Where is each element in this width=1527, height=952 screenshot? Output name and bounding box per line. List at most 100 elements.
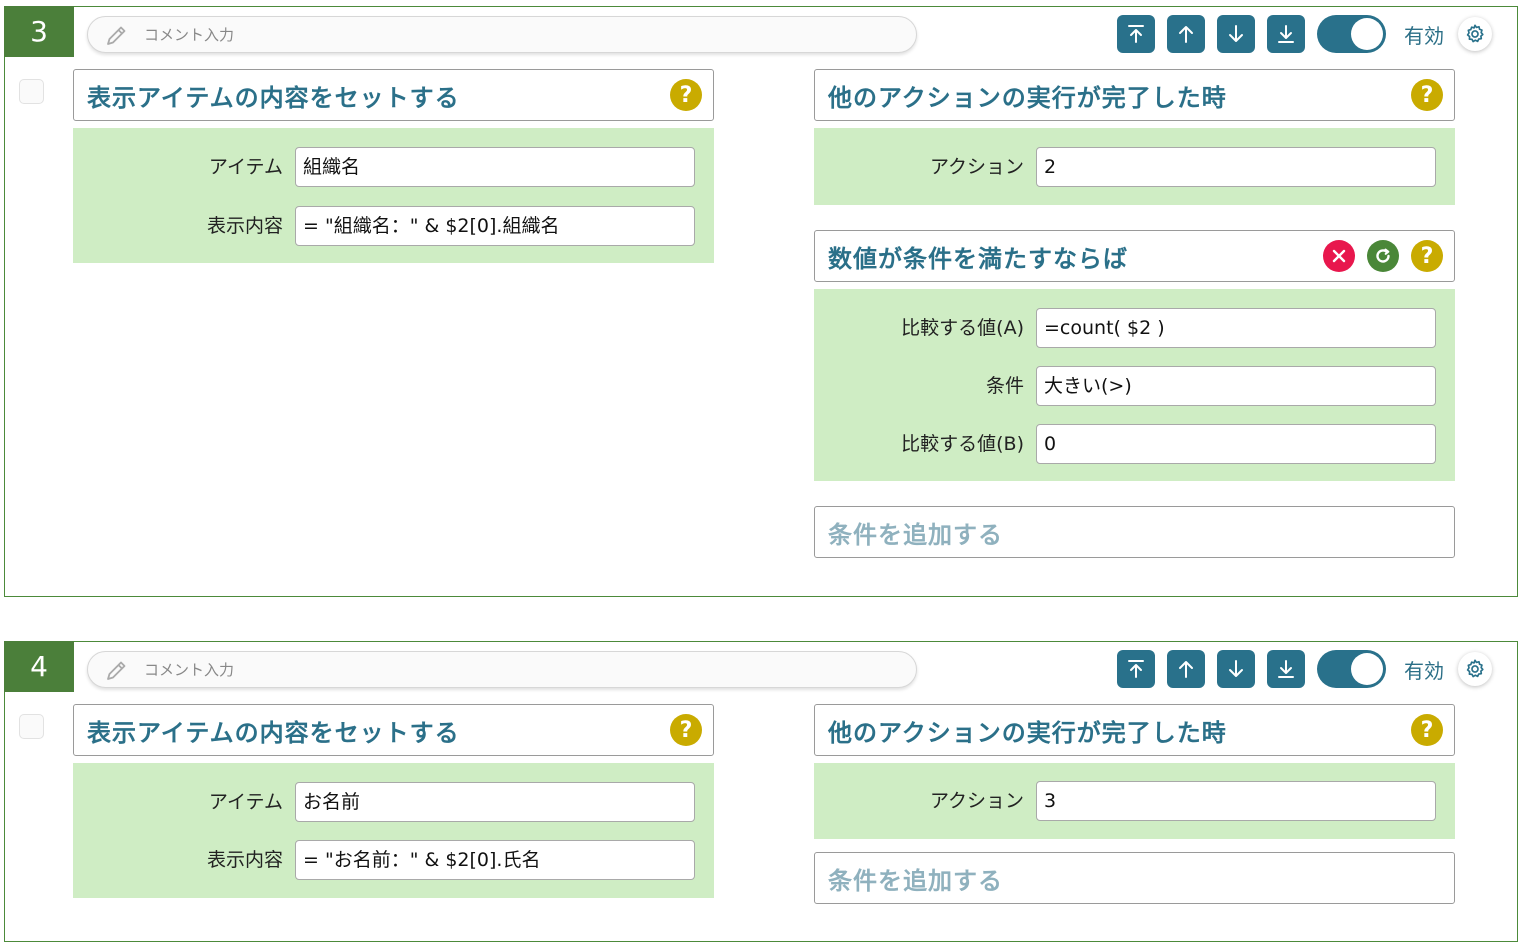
field-label: 条件 [985,375,1024,397]
field-label: アクション [929,156,1024,178]
action-header: 表示アイテムの内容をセットする ? [73,704,714,756]
refresh-condition-button[interactable] [1367,240,1399,272]
arrow-down-icon [1229,660,1243,677]
field-row: 表示内容 = "お名前：" & $2[0].氏名 [73,840,714,880]
trigger-header: 他のアクションの実行が完了した時 ? [814,69,1455,121]
field-row: 比較する値(B) 0 [814,424,1455,464]
field-label: 比較する値(A) [901,317,1024,339]
delete-condition-button[interactable] [1323,240,1355,272]
condition-header: 数値が条件を満たすならば ? [814,230,1455,282]
pencil-icon [104,22,130,48]
toggle-knob [1351,18,1383,50]
settings-button[interactable] [1458,652,1492,686]
enable-toggle[interactable] [1317,650,1386,688]
move-to-bottom-icon [1278,660,1294,678]
action-card: 4 コメント入力 有効 表示アイテムの内容をセットする ? アイテム お名前 表… [4,641,1518,942]
action-fields: アイテム お名前 表示内容 = "お名前：" & $2[0].氏名 [73,763,714,898]
toggle-knob [1351,653,1383,685]
field-label: 比較する値(B) [901,433,1024,455]
move-down-button[interactable] [1217,650,1255,688]
move-to-top-button[interactable] [1117,650,1155,688]
comment-input[interactable]: コメント入力 [87,16,917,53]
add-condition-button[interactable]: 条件を追加する [814,506,1455,558]
comment-input[interactable]: コメント入力 [87,651,917,688]
move-to-top-button[interactable] [1117,15,1155,53]
comment-placeholder: コメント入力 [144,661,235,679]
action-title: 表示アイテムの内容をセットする [87,718,460,747]
trigger-header: 他のアクションの実行が完了した時 ? [814,704,1455,756]
enabled-label: 有効 [1404,658,1444,683]
gear-icon [1466,24,1484,43]
condition-title: 数値が条件を満たすならば [828,244,1128,273]
trigger-fields: アクション 3 [814,763,1455,839]
enable-toggle[interactable] [1317,15,1386,53]
trigger-title: 他のアクションの実行が完了した時 [828,718,1227,747]
action-input[interactable]: 3 [1036,781,1436,821]
question-icon: ? [679,717,693,743]
field-label: アイテム [208,791,283,813]
toolbar: 有効 [1117,14,1492,54]
field-row: アクション 3 [814,781,1455,821]
trigger-title: 他のアクションの実行が完了した時 [828,83,1227,112]
field-row: 表示内容 = "組織名：" & $2[0].組織名 [73,206,714,246]
item-input[interactable]: お名前 [295,782,695,822]
step-number: 3 [4,6,74,57]
gear-icon [1466,659,1484,678]
action-input[interactable]: 2 [1036,147,1436,187]
action-fields: アイテム 組織名 表示内容 = "組織名：" & $2[0].組織名 [73,128,714,263]
help-button[interactable]: ? [1411,714,1443,746]
field-label: 表示内容 [206,849,283,871]
arrow-down-icon [1229,25,1243,42]
trigger-fields: アクション 2 [814,128,1455,205]
move-to-bottom-button[interactable] [1267,15,1305,53]
question-icon: ? [1420,82,1434,108]
move-to-bottom-icon [1278,25,1294,43]
action-title: 表示アイテムの内容をセットする [87,83,460,112]
action-header: 表示アイテムの内容をセットする ? [73,69,714,121]
toolbar: 有効 [1117,649,1492,689]
condition-fields: 比較する値(A) =count( $2 ) 条件 大きい(>) 比較する値(B)… [814,289,1455,481]
help-button[interactable]: ? [1411,79,1443,111]
close-icon [1332,249,1346,263]
condition-select[interactable]: 大きい(>) [1036,366,1436,406]
enabled-label: 有効 [1404,23,1444,48]
field-label: アクション [929,790,1024,812]
item-input[interactable]: 組織名 [295,147,695,187]
add-condition-label: 条件を追加する [828,520,1003,549]
select-checkbox[interactable] [19,714,44,739]
move-to-bottom-button[interactable] [1267,650,1305,688]
field-row: アイテム 組織名 [73,147,714,187]
compare-value-b-input[interactable]: 0 [1036,424,1436,464]
arrow-up-icon [1179,26,1193,43]
move-up-button[interactable] [1167,15,1205,53]
comment-placeholder: コメント入力 [144,26,235,44]
field-row: 比較する値(A) =count( $2 ) [814,308,1455,348]
move-down-button[interactable] [1217,15,1255,53]
compare-value-a-input[interactable]: =count( $2 ) [1036,308,1436,348]
help-button[interactable]: ? [670,79,702,111]
field-row: アクション 2 [814,147,1455,187]
display-content-input[interactable]: = "お名前：" & $2[0].氏名 [295,840,695,880]
action-card: 3 コメント入力 有効 表示アイテムの内容をセットする ? アイテム 組織名 表… [4,6,1518,597]
pencil-icon [104,657,130,683]
question-icon: ? [679,82,693,108]
add-condition-button[interactable]: 条件を追加する [814,852,1455,904]
help-button[interactable]: ? [670,714,702,746]
field-label: 表示内容 [206,215,283,237]
field-row: アイテム お名前 [73,782,714,822]
move-to-top-icon [1128,660,1144,678]
select-checkbox[interactable] [19,79,44,104]
move-up-button[interactable] [1167,650,1205,688]
question-icon: ? [1420,243,1434,269]
step-number: 4 [4,641,74,692]
refresh-icon [1376,248,1390,263]
help-button[interactable]: ? [1411,240,1443,272]
display-content-input[interactable]: = "組織名：" & $2[0].組織名 [295,206,695,246]
question-icon: ? [1420,717,1434,743]
move-to-top-icon [1128,25,1144,43]
arrow-up-icon [1179,661,1193,678]
add-condition-label: 条件を追加する [828,866,1003,895]
field-label: アイテム [208,156,283,178]
field-row: 条件 大きい(>) [814,366,1455,406]
settings-button[interactable] [1458,17,1492,51]
